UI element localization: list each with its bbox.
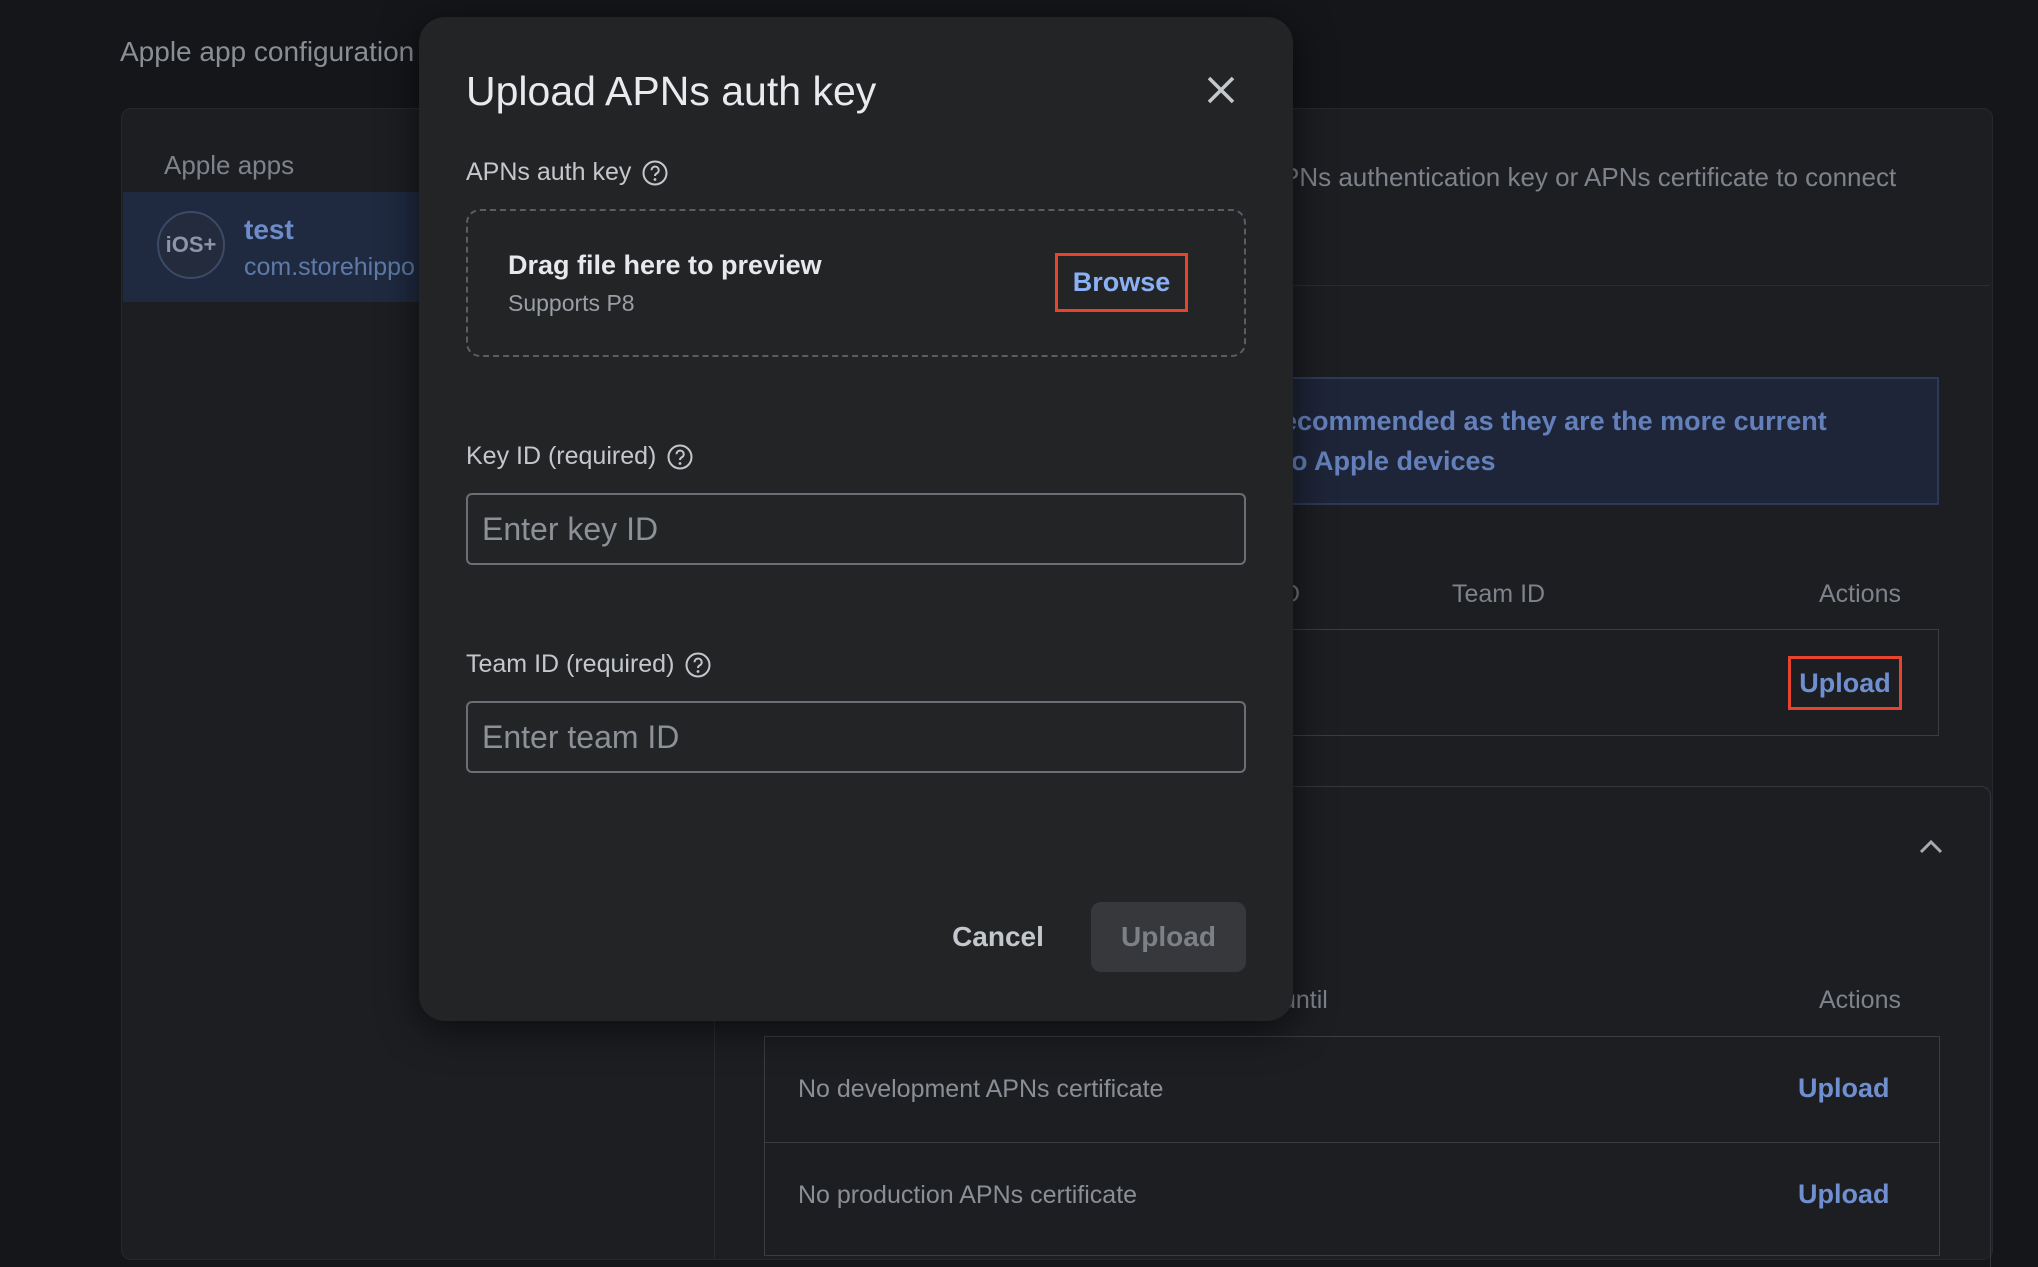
prod-cert-label: No production APNs certificate	[798, 1181, 1138, 1209]
help-icon[interactable]	[684, 651, 712, 679]
ios-app-icon: iOS+	[157, 211, 225, 279]
dev-cert-upload-link[interactable]: Upload	[1798, 1073, 1890, 1104]
info-banner-line-2: to Apple devices	[1282, 446, 1496, 476]
certificates-table	[764, 1036, 1940, 1256]
drop-zone-subtitle: Supports P8	[508, 290, 635, 316]
auth-key-label-row: APNs auth key	[466, 158, 669, 187]
table-row-divider	[764, 1142, 1940, 1143]
help-icon[interactable]	[666, 443, 694, 471]
team-id-label-row: Team ID (required)	[466, 650, 712, 679]
key-id-label-row: Key ID (required)	[466, 442, 694, 471]
key-id-label: Key ID (required)	[466, 442, 657, 470]
auth-key-upload-link[interactable]: Upload	[1788, 656, 1902, 710]
app-name: test	[244, 214, 294, 245]
prod-cert-upload-link[interactable]: Upload	[1798, 1179, 1890, 1210]
cancel-button[interactable]: Cancel	[930, 902, 1066, 972]
browse-button[interactable]: Browse	[1055, 253, 1188, 312]
table-header-actions: Actions	[1819, 986, 1901, 1014]
upload-button[interactable]: Upload	[1091, 902, 1246, 972]
apns-description: PNs authentication key or APNs certifica…	[1282, 162, 1897, 192]
team-id-label: Team ID (required)	[466, 650, 675, 678]
help-icon[interactable]	[641, 159, 669, 187]
close-icon[interactable]	[1201, 70, 1241, 110]
info-banner-line-1: ecommended as they are the more current	[1282, 406, 1827, 436]
table-header-actions: Actions	[1819, 580, 1901, 608]
team-id-input[interactable]	[466, 701, 1246, 773]
app-bundle-id: com.storehippo.	[244, 253, 414, 281]
key-id-input[interactable]	[466, 493, 1246, 565]
page-title: Apple app configuration	[120, 36, 415, 67]
dialog-title: Upload APNs auth key	[466, 68, 877, 114]
auth-key-label: APNs auth key	[466, 158, 632, 186]
table-header-team-id: Team ID	[1452, 580, 1546, 608]
drop-zone-title: Drag file here to preview	[508, 250, 822, 280]
apple-apps-heading: Apple apps	[164, 150, 295, 180]
chevron-up-icon[interactable]	[1914, 830, 1948, 864]
dev-cert-label: No development APNs certificate	[798, 1075, 1164, 1103]
